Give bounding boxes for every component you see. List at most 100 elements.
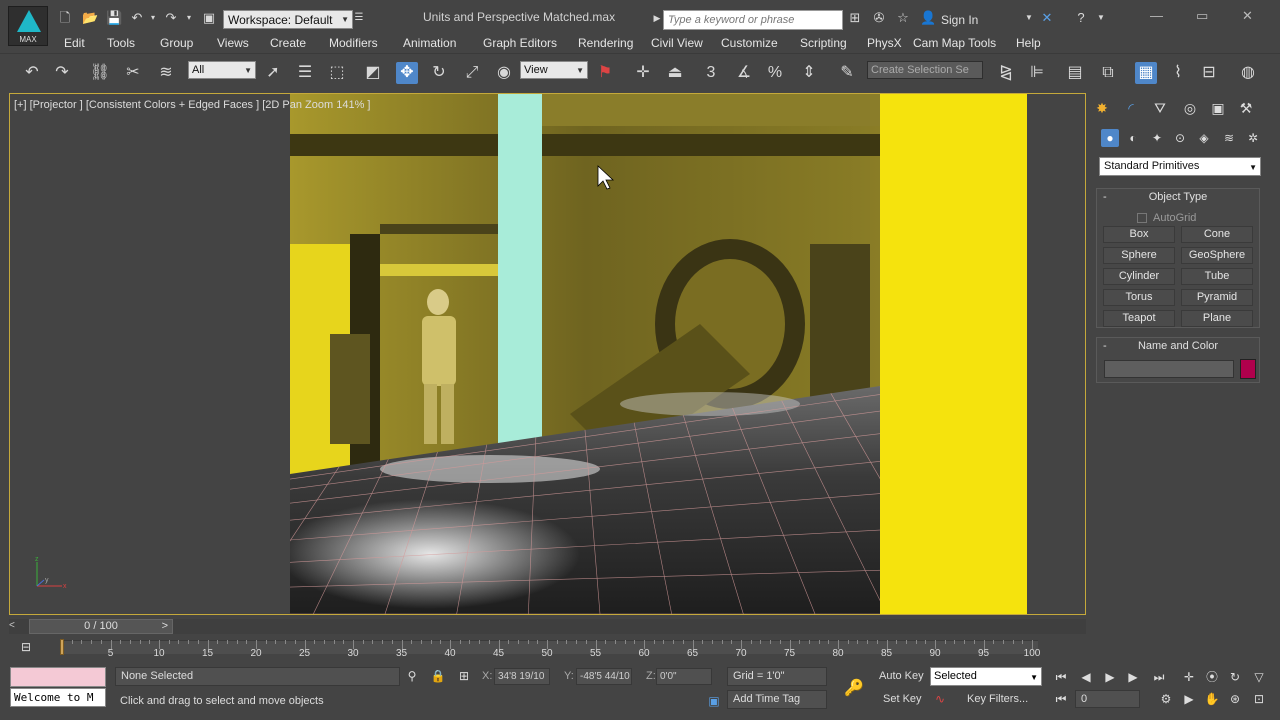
modify-tab-icon[interactable]: ◜ xyxy=(1121,98,1141,118)
shapes-icon[interactable]: ◐ xyxy=(1124,129,1142,147)
snaps-toggle-icon[interactable]: 3 xyxy=(700,62,722,84)
menu-physx[interactable]: PhysX xyxy=(867,36,902,50)
space-warps-icon[interactable]: ≋ xyxy=(1220,129,1238,147)
schematic-view-icon[interactable]: ⊟ xyxy=(1198,62,1220,84)
ribbon-toggle-icon[interactable]: ▦ xyxy=(1135,62,1157,84)
selection-filter-select[interactable]: All ▼ xyxy=(188,61,256,79)
percent-snap-icon[interactable]: % xyxy=(764,62,786,84)
minimize-icon[interactable]: — xyxy=(1150,8,1163,23)
close-icon[interactable]: ✕ xyxy=(1242,8,1253,24)
time-slider-prev-icon[interactable]: < xyxy=(9,620,15,631)
orbit-icon[interactable]: ↻ xyxy=(1226,668,1244,686)
exchange-apps-icon[interactable]: ✕ xyxy=(1040,11,1054,25)
undo-icon[interactable]: ↶ xyxy=(130,11,144,25)
yellow-box-object[interactable] xyxy=(880,94,1027,614)
redo-icon[interactable]: ↷ xyxy=(164,11,178,25)
select-and-scale-icon[interactable]: ⤢ xyxy=(461,62,483,84)
redo-dropdown-icon[interactable]: ▾ xyxy=(182,11,196,25)
key-mode-select[interactable]: Selected ▼ xyxy=(930,667,1042,686)
mini-curve-editor-icon[interactable]: ⊟ xyxy=(21,640,39,654)
viewport-scene-image[interactable] xyxy=(290,94,1027,614)
maximize-viewport-icon[interactable]: ⊡ xyxy=(1250,690,1268,708)
geometry-icon[interactable]: ● xyxy=(1101,129,1119,147)
go-to-start-icon[interactable]: ⏮ xyxy=(1052,668,1070,686)
time-slider[interactable]: < 0 / 100 > xyxy=(9,619,1086,634)
menu-cam-map-tools[interactable]: Cam Map Tools xyxy=(913,36,996,50)
new-file-icon[interactable]: 🗋 xyxy=(58,11,72,25)
menu-rendering[interactable]: Rendering xyxy=(578,36,633,50)
key-filters-button[interactable]: Key Filters... xyxy=(967,693,1028,705)
menu-help[interactable]: Help xyxy=(1016,36,1041,50)
pyramid-button[interactable]: Pyramid xyxy=(1181,289,1253,306)
set-keys-key-icon[interactable]: 🔑 xyxy=(842,678,866,698)
name-and-color-rollout-header[interactable]: - Name and Color xyxy=(1097,338,1259,355)
maxscript-mini-listener[interactable] xyxy=(10,667,106,687)
binoculars-icon[interactable]: ⊞ xyxy=(848,11,862,25)
x-coordinate-input[interactable]: 34'8 19/10 xyxy=(494,668,550,685)
material-editor-icon[interactable]: ◍ xyxy=(1237,62,1259,84)
autogrid-checkbox[interactable]: AutoGrid xyxy=(1137,212,1196,224)
go-to-end-icon[interactable]: ⏭ xyxy=(1150,668,1168,686)
spinner-snap-icon[interactable]: ⇕ xyxy=(798,62,820,84)
menu-animation[interactable]: Animation xyxy=(403,36,456,50)
cyan-box-object[interactable] xyxy=(498,94,542,454)
menu-create[interactable]: Create xyxy=(270,36,306,50)
quick-access-menu-icon[interactable]: ☰ xyxy=(352,11,366,25)
window-crossing-icon[interactable]: ◩ xyxy=(362,62,384,84)
bind-space-warp-icon[interactable]: ≋ xyxy=(155,62,177,84)
menu-tools[interactable]: Tools xyxy=(107,36,135,50)
scene-explorer-icon[interactable]: ⧉ xyxy=(1097,62,1119,84)
search-expand-icon[interactable]: ▶ xyxy=(650,11,664,25)
current-frame-input[interactable]: 0 xyxy=(1075,690,1140,708)
workspace-select[interactable]: Workspace: Default ▼ xyxy=(223,10,353,29)
align-icon[interactable]: ⊫ xyxy=(1026,62,1048,84)
sphere-button[interactable]: Sphere xyxy=(1103,247,1175,264)
add-time-tag-button[interactable]: Add Time Tag xyxy=(727,690,827,709)
auto-key-button[interactable]: Auto Key xyxy=(879,670,924,682)
sign-in-dropdown-icon[interactable]: ▼ xyxy=(1022,11,1036,25)
maxscript-listener-output[interactable]: Welcome to M xyxy=(10,688,106,707)
search-input[interactable]: Type a keyword or phrase xyxy=(663,10,843,30)
object-category-select[interactable]: Standard Primitives ▼ xyxy=(1099,157,1261,176)
reference-coordinate-select[interactable]: View ▼ xyxy=(520,61,588,79)
help-icon[interactable]: ? xyxy=(1074,11,1088,25)
create-tab-icon[interactable]: ✸ xyxy=(1092,98,1112,118)
project-folder-icon[interactable]: ▣ xyxy=(202,11,216,25)
plane-button[interactable]: Plane xyxy=(1181,310,1253,327)
select-and-move-icon[interactable]: ✥ xyxy=(396,62,418,84)
time-tag-icon[interactable]: ▣ xyxy=(706,694,722,708)
favorites-star-icon[interactable]: ☆ xyxy=(896,11,910,25)
select-manipulate-icon[interactable]: ✛ xyxy=(632,62,654,84)
helpers-icon[interactable]: ◈ xyxy=(1195,129,1213,147)
previous-frame-icon[interactable]: ◀ xyxy=(1077,668,1095,686)
zoom-extents-all-icon[interactable]: ✛ xyxy=(1180,668,1198,686)
app-logo-button[interactable]: MAX xyxy=(8,6,48,46)
geosphere-button[interactable]: GeoSphere xyxy=(1181,247,1253,264)
unlink-icon[interactable]: ✂ xyxy=(122,62,144,84)
systems-icon[interactable]: ✲ xyxy=(1244,129,1262,147)
named-selection-set-input[interactable]: Create Selection Se xyxy=(867,61,983,79)
teapot-button[interactable]: Teapot xyxy=(1103,310,1175,327)
zoom-region-icon[interactable]: ▶ xyxy=(1180,690,1198,708)
cylinder-button[interactable]: Cylinder xyxy=(1103,268,1175,285)
tube-button[interactable]: Tube xyxy=(1181,268,1253,285)
menu-customize[interactable]: Customize xyxy=(721,36,778,50)
select-by-name-icon[interactable]: ☰ xyxy=(294,62,316,84)
redo-icon[interactable]: ↷ xyxy=(51,62,73,84)
mirror-icon[interactable]: ⧎ xyxy=(995,62,1017,84)
menu-edit[interactable]: Edit xyxy=(64,36,85,50)
cone-button[interactable]: Cone xyxy=(1181,226,1253,243)
display-tab-icon[interactable]: ▣ xyxy=(1208,98,1228,118)
select-and-place-icon[interactable]: ◉ xyxy=(493,62,515,84)
save-file-icon[interactable]: 💾 xyxy=(106,11,122,25)
undo-dropdown-icon[interactable]: ▾ xyxy=(146,11,160,25)
time-slider-thumb[interactable]: 0 / 100 > xyxy=(29,619,173,634)
y-coordinate-input[interactable]: -48'5 44/10 xyxy=(576,668,632,685)
user-icon[interactable]: 👤 xyxy=(920,11,936,25)
zoom-icon[interactable]: ⦿ xyxy=(1203,668,1221,686)
key-mode-toggle-icon[interactable]: ⏮ xyxy=(1052,690,1070,708)
curve-editor-icon[interactable]: ⌇ xyxy=(1167,62,1189,84)
current-frame-marker[interactable] xyxy=(60,639,64,655)
help-dropdown-icon[interactable]: ▼ xyxy=(1094,11,1108,25)
menu-views[interactable]: Views xyxy=(217,36,249,50)
